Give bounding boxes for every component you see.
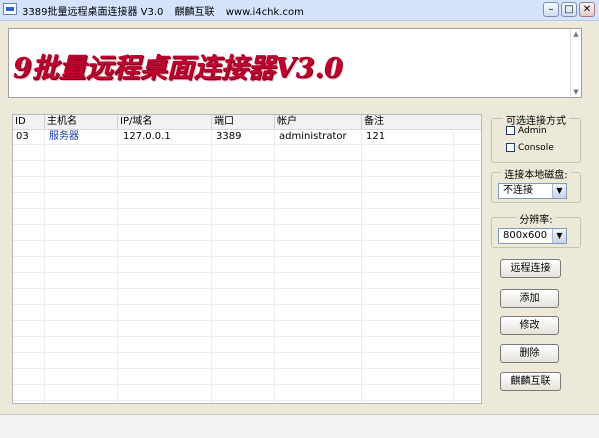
console-checkbox-label: Console — [518, 143, 554, 153]
close-button[interactable]: ✕ — [579, 2, 595, 17]
cell-hostname: 服务器 — [49, 131, 79, 142]
resolution-value: 800x600 — [503, 230, 548, 241]
window-title-main: 3389批量远程桌面连接器 V3.0 — [22, 7, 164, 18]
list-header: ID 主机名 IP/域名 端口 帐户 备注 — [13, 115, 481, 130]
col-header-ip[interactable]: IP/域名 — [118, 115, 212, 129]
connection-mode-group: 可选连接方式 Admin Console — [491, 116, 581, 163]
grid-line — [361, 129, 362, 403]
scroll-up-icon[interactable]: ▲ — [573, 31, 579, 38]
window-title-extra: 麒麟互联 — [174, 7, 215, 18]
local-disk-group: 连接本地磁盘: 不连接 ▼ — [491, 170, 581, 203]
local-disk-title: 连接本地磁盘: — [501, 170, 571, 181]
remote-connect-button[interactable]: 远程连接 — [500, 259, 561, 278]
grid-line — [274, 129, 275, 403]
list-grid — [13, 129, 481, 403]
grid-line — [453, 129, 454, 403]
banner-scrollbar[interactable]: ▲ ▼ — [570, 29, 581, 97]
host-list[interactable]: ID 主机名 IP/域名 端口 帐户 备注 03 服务器 127.0.0.1 3… — [12, 114, 482, 404]
window-title: 3389批量远程桌面连接器 V3.0 麒麟互联 www.i4chk.com — [22, 3, 312, 18]
cell-id: 03 — [16, 131, 29, 142]
local-disk-select[interactable]: 不连接 ▼ — [498, 183, 567, 199]
cell-account: administrator — [279, 131, 347, 142]
console-checkbox-box[interactable] — [506, 143, 515, 152]
app-icon — [3, 3, 17, 15]
col-header-hostname[interactable]: 主机名 — [45, 115, 118, 129]
col-header-id[interactable]: ID — [13, 115, 45, 129]
cell-port: 3389 — [216, 131, 242, 142]
about-button[interactable]: 麒麟互联 — [500, 372, 561, 391]
resolution-group: 分辨率: 800x600 ▼ — [491, 215, 581, 248]
resolution-select[interactable]: 800x600 ▼ — [498, 228, 567, 244]
maximize-button[interactable]: □ — [561, 2, 577, 17]
delete-button[interactable]: 删除 — [500, 344, 559, 363]
chevron-down-icon[interactable]: ▼ — [552, 229, 566, 243]
minimize-button[interactable]: – — [543, 2, 559, 17]
admin-checkbox-box[interactable] — [506, 126, 515, 135]
cell-note: 121 — [366, 131, 386, 142]
local-disk-value: 不连接 — [503, 185, 533, 196]
edit-button[interactable]: 修改 — [500, 316, 559, 335]
cell-ip: 127.0.0.1 — [123, 131, 171, 142]
banner-title: 9批量远程桌面连接器V3.0 — [13, 53, 343, 84]
main-window: 3389批量远程桌面连接器 V3.0 麒麟互联 www.i4chk.com – … — [0, 0, 599, 438]
chevron-down-icon[interactable]: ▼ — [552, 184, 566, 198]
grid-line — [211, 129, 212, 403]
col-header-account[interactable]: 帐户 — [275, 115, 362, 129]
title-bar[interactable]: 3389批量远程桌面连接器 V3.0 麒麟互联 www.i4chk.com – … — [0, 0, 599, 21]
grid-line — [117, 129, 118, 403]
banner: 9批量远程桌面连接器V3.0 ▲ ▼ — [8, 28, 582, 98]
col-header-note[interactable]: 备注 — [362, 115, 481, 129]
col-header-port[interactable]: 端口 — [212, 115, 275, 129]
window-title-url: www.i4chk.com — [225, 7, 304, 18]
admin-checkbox[interactable]: Admin — [506, 125, 547, 137]
add-button[interactable]: 添加 — [500, 289, 559, 308]
admin-checkbox-label: Admin — [518, 126, 547, 136]
grid-line — [44, 129, 45, 403]
scroll-down-icon[interactable]: ▼ — [573, 89, 579, 96]
console-checkbox[interactable]: Console — [506, 142, 554, 154]
resolution-title: 分辨率: — [516, 215, 556, 226]
status-bar — [0, 414, 599, 438]
